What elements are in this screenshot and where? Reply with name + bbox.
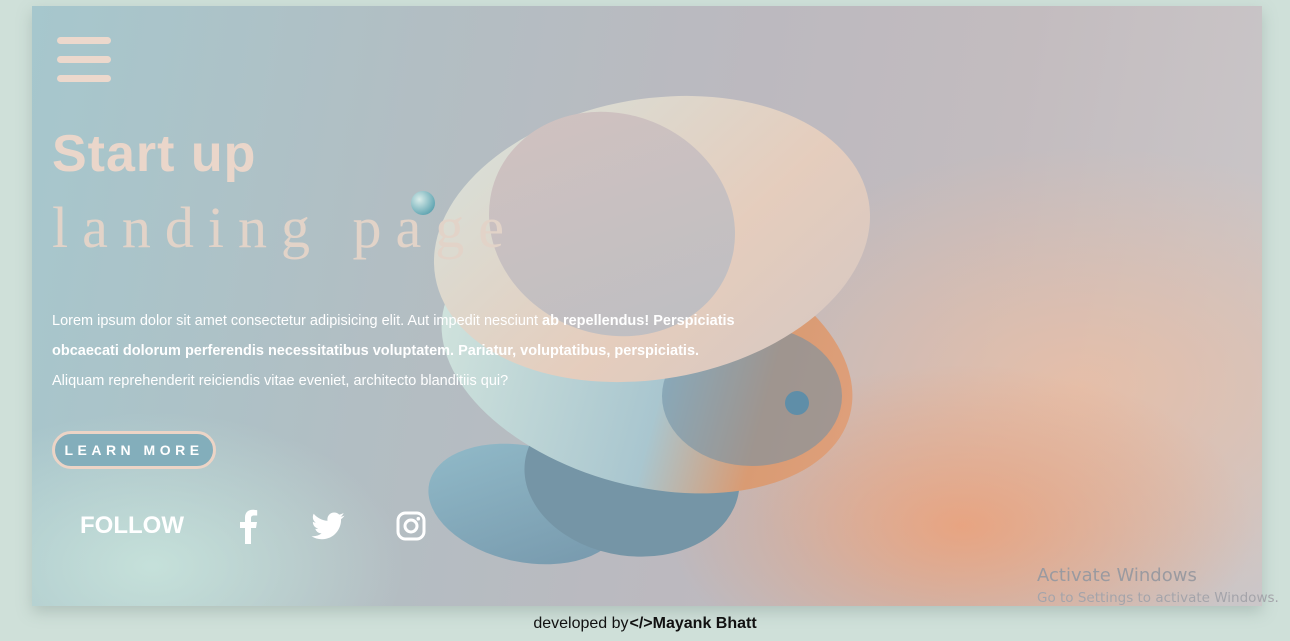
description-text-1: Lorem ipsum dolor sit amet consectetur a… (52, 313, 543, 329)
menu-bar (57, 56, 111, 63)
activate-windows-subtitle: Go to Settings to activate Windows. (1037, 590, 1279, 606)
hero-title: Start up (52, 125, 257, 183)
description-text-2: Aliquam reprehenderit reiciendis vitae e… (52, 373, 509, 389)
author-name: Mayank Bhatt (652, 615, 757, 632)
menu-bar (57, 37, 111, 44)
hero-card: Start up landing page Lorem ipsum dolor … (32, 6, 1262, 606)
follow-label: FOLLOW (80, 512, 184, 539)
activate-windows-title: Activate Windows (1037, 565, 1197, 586)
hero-subtitle: landing page (52, 195, 518, 260)
code-symbol-icon: </> (629, 615, 653, 632)
facebook-icon[interactable] (232, 508, 266, 544)
menu-bar (57, 75, 111, 82)
hamburger-menu-icon[interactable] (57, 37, 111, 85)
instagram-icon[interactable] (395, 508, 427, 544)
bead-right (785, 391, 809, 415)
twitter-icon[interactable] (310, 508, 346, 544)
learn-more-button[interactable]: LEARN MORE (52, 431, 216, 469)
hero-description: Lorem ipsum dolor sit amet consectetur a… (52, 306, 742, 396)
footer-prefix: developed by (533, 615, 629, 632)
footer-credit: developed by</>Mayank Bhatt (0, 615, 1290, 633)
